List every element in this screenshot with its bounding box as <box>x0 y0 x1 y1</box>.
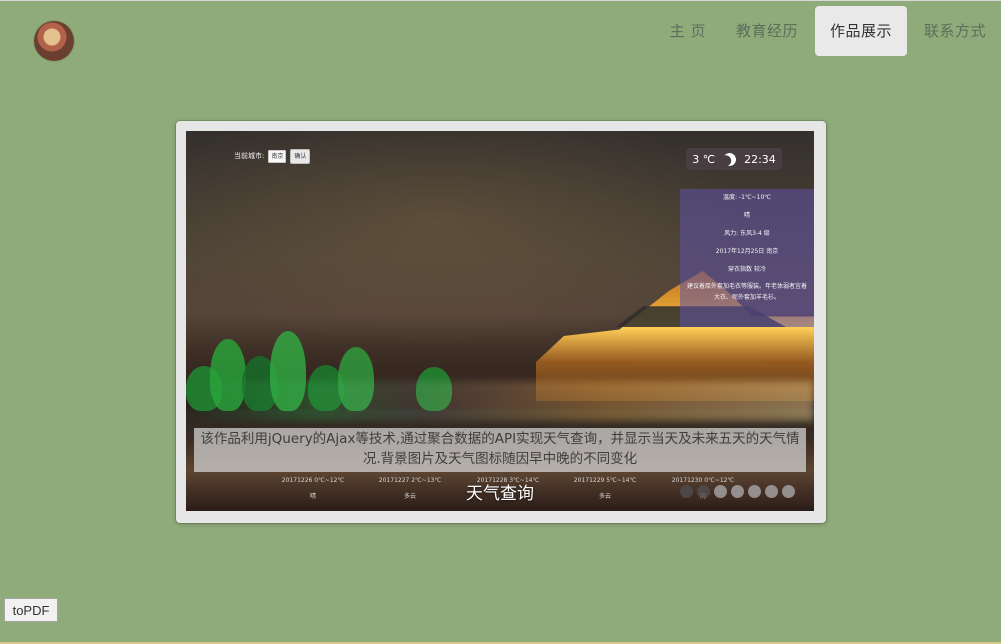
panel-wind: 风力: 东风3-4 级 <box>724 230 770 237</box>
city-selector-row: 当前城市: 南京 确认 <box>234 148 311 164</box>
city-select: 南京 <box>268 149 287 163</box>
weather-detail-panel: 温度: -1℃~10℃ 晴 风力: 东风3-4 级 2017年12月25日 南京… <box>680 189 814 327</box>
nav-contact[interactable]: 联系方式 <box>909 6 1001 56</box>
panel-advice: 建议着厚外套加毛衣等服装。年老体弱者宜着大衣、呢外套加羊毛衫。 <box>686 283 807 301</box>
panel-condition: 晴 <box>743 212 750 219</box>
panel-dress-index: 穿衣指数 较冷 <box>728 266 766 273</box>
confirm-button: 确认 <box>290 148 311 164</box>
carousel-dot[interactable] <box>731 485 744 498</box>
topdf-button[interactable]: toPDF <box>4 598 58 622</box>
project-description: 该作品利用jQuery的Ajax等技术,通过聚合数据的API实现天气查询，并显示… <box>194 428 806 472</box>
weather-screenshot: 当前城市: 南京 确认 3 ℃ 22:34 温度: -1℃~10℃ 晴 风力: … <box>186 131 814 511</box>
nav-portfolio[interactable]: 作品展示 <box>814 6 907 56</box>
top-nav: 主 页 教育经历 作品展示 联系方式 <box>655 6 1001 56</box>
nav-education[interactable]: 教育经历 <box>721 6 813 56</box>
moon-icon <box>721 151 737 167</box>
carousel-dot[interactable] <box>714 485 727 498</box>
carousel-dot[interactable] <box>697 485 710 498</box>
weather-current: 3 ℃ 22:34 <box>686 148 782 170</box>
temperature-value: 3 ℃ <box>692 152 716 166</box>
portfolio-carousel: 当前城市: 南京 确认 3 ℃ 22:34 温度: -1℃~10℃ 晴 风力: … <box>176 121 826 523</box>
city-label: 当前城市: <box>234 152 265 160</box>
night-lights <box>186 381 814 421</box>
panel-date-city: 2017年12月25日 南京 <box>715 248 779 255</box>
carousel-dot[interactable] <box>782 485 795 498</box>
carousel-dot[interactable] <box>748 485 761 498</box>
nav-home[interactable]: 主 页 <box>655 6 721 56</box>
carousel-indicators <box>680 485 795 498</box>
panel-temperature: 温度: -1℃~10℃ <box>722 194 772 201</box>
time-value: 22:34 <box>744 152 776 166</box>
carousel-dot[interactable] <box>680 485 693 498</box>
top-border <box>0 0 1001 1</box>
avatar[interactable] <box>34 21 74 61</box>
carousel-dot[interactable] <box>765 485 778 498</box>
